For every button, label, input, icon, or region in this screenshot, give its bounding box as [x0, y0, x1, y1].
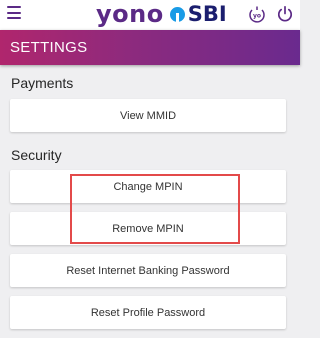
page-title: SETTINGS — [10, 39, 88, 56]
view-mmid-button[interactable]: View MMID — [10, 99, 286, 132]
reset-profile-password-label: Reset Profile Password — [90, 306, 206, 319]
hamburger-menu-icon[interactable] — [7, 6, 21, 19]
logo-yono-text: yono — [96, 0, 164, 28]
yono-pay-icon[interactable]: yo — [248, 5, 266, 23]
change-mpin-label: Change MPIN — [113, 180, 183, 193]
sbi-logo-mark-icon — [169, 6, 185, 22]
svg-text:yo: yo — [253, 13, 261, 20]
logo-sbi-text: SBI — [187, 2, 227, 26]
yono-sbi-logo: yono SBI — [96, 0, 227, 28]
reset-internet-banking-password-label: Reset Internet Banking Password — [66, 264, 230, 277]
top-bar: yono SBI yo — [0, 0, 300, 30]
reset-internet-banking-password-button[interactable]: Reset Internet Banking Password — [10, 254, 286, 287]
security-section-title: Security — [11, 147, 62, 163]
settings-header: SETTINGS — [0, 30, 300, 65]
view-mmid-label: View MMID — [119, 109, 177, 122]
remove-mpin-label: Remove MPIN — [112, 222, 184, 235]
power-icon[interactable] — [276, 5, 294, 23]
change-mpin-button[interactable]: Change MPIN — [10, 170, 286, 203]
payments-section-title: Payments — [11, 75, 74, 91]
remove-mpin-button[interactable]: Remove MPIN — [10, 212, 286, 245]
reset-profile-password-button[interactable]: Reset Profile Password — [10, 296, 286, 329]
